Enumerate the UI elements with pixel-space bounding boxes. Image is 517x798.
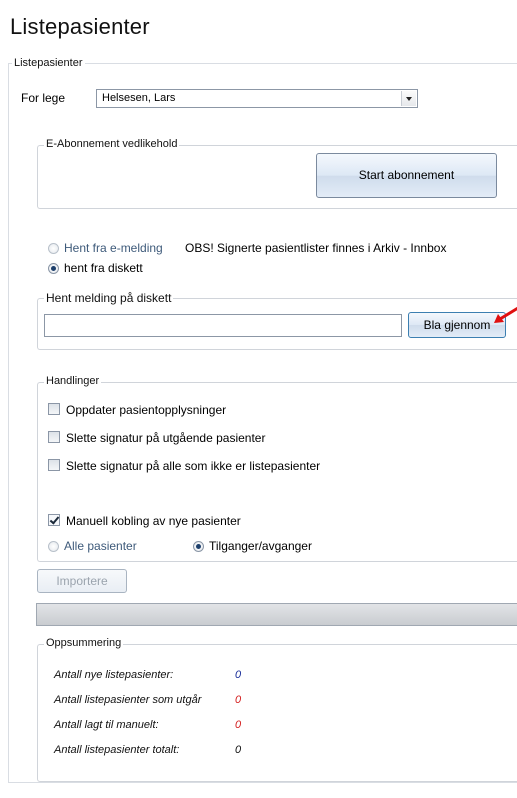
doctor-label: For lege xyxy=(21,91,66,105)
update-patient-label[interactable]: Oppdater pasientopplysninger xyxy=(66,403,226,417)
radio-arrivals-departures-label[interactable]: Tilganger/avganger xyxy=(209,539,312,553)
summary-row-label: Antall listepasienter som utgår xyxy=(54,694,202,706)
page-title: Listepasienter xyxy=(10,14,150,39)
radio-diskette[interactable] xyxy=(48,263,59,274)
radio-all-patients-label[interactable]: Alle pasienter xyxy=(64,539,137,553)
summary-group xyxy=(37,644,517,782)
doctor-select[interactable]: Helsesen, Lars xyxy=(96,89,418,108)
diskette-path-input[interactable] xyxy=(44,314,402,337)
summary-row-label: Antall nye listepasienter: xyxy=(54,669,174,681)
e-abonnement-legend: E-Abonnement vedlikehold xyxy=(44,138,180,150)
summary-row-value: 0 xyxy=(235,694,242,706)
remove-sig-nonlist-checkbox[interactable] xyxy=(48,459,60,471)
summary-row-value: 0 xyxy=(235,669,242,681)
summary-row-label: Antall lagt til manuelt: xyxy=(54,719,159,731)
group-label: Listepasienter xyxy=(12,57,85,69)
red-arrow-icon xyxy=(494,306,517,323)
doctor-select-value: Helsesen, Lars xyxy=(102,92,176,104)
update-patient-checkbox[interactable] xyxy=(48,403,60,415)
summary-row-label: Antall listepasienter totalt: xyxy=(54,744,180,756)
remove-sig-nonlist-label[interactable]: Slette signatur på alle som ikke er list… xyxy=(66,459,320,473)
obs-note: OBS! Signerte pasientlister finnes i Ark… xyxy=(185,241,447,255)
radio-all-patients[interactable] xyxy=(48,541,59,552)
remove-sig-outgoing-checkbox[interactable] xyxy=(48,431,60,443)
manual-link-checkbox[interactable] xyxy=(48,514,60,526)
diskette-legend: Hent melding på diskett xyxy=(44,291,174,305)
import-button[interactable]: Importere xyxy=(37,569,127,593)
import-progress-bar xyxy=(36,603,517,626)
radio-email-label[interactable]: Hent fra e-melding xyxy=(64,241,163,255)
manual-link-label[interactable]: Manuell kobling av nye pasienter xyxy=(66,514,241,528)
summary-legend: Oppsummering xyxy=(44,637,124,649)
summary-row-value: 0 xyxy=(235,744,242,756)
radio-email[interactable] xyxy=(48,243,59,254)
actions-legend: Handlinger xyxy=(44,375,102,387)
summary-row-value: 0 xyxy=(235,719,242,731)
radio-diskette-label[interactable]: hent fra diskett xyxy=(64,261,143,275)
radio-arrivals-departures[interactable] xyxy=(193,541,204,552)
remove-sig-outgoing-label[interactable]: Slette signatur på utgående pasienter xyxy=(66,431,265,445)
chevron-down-icon[interactable] xyxy=(401,91,416,106)
start-subscription-button[interactable]: Start abonnement xyxy=(316,153,497,198)
